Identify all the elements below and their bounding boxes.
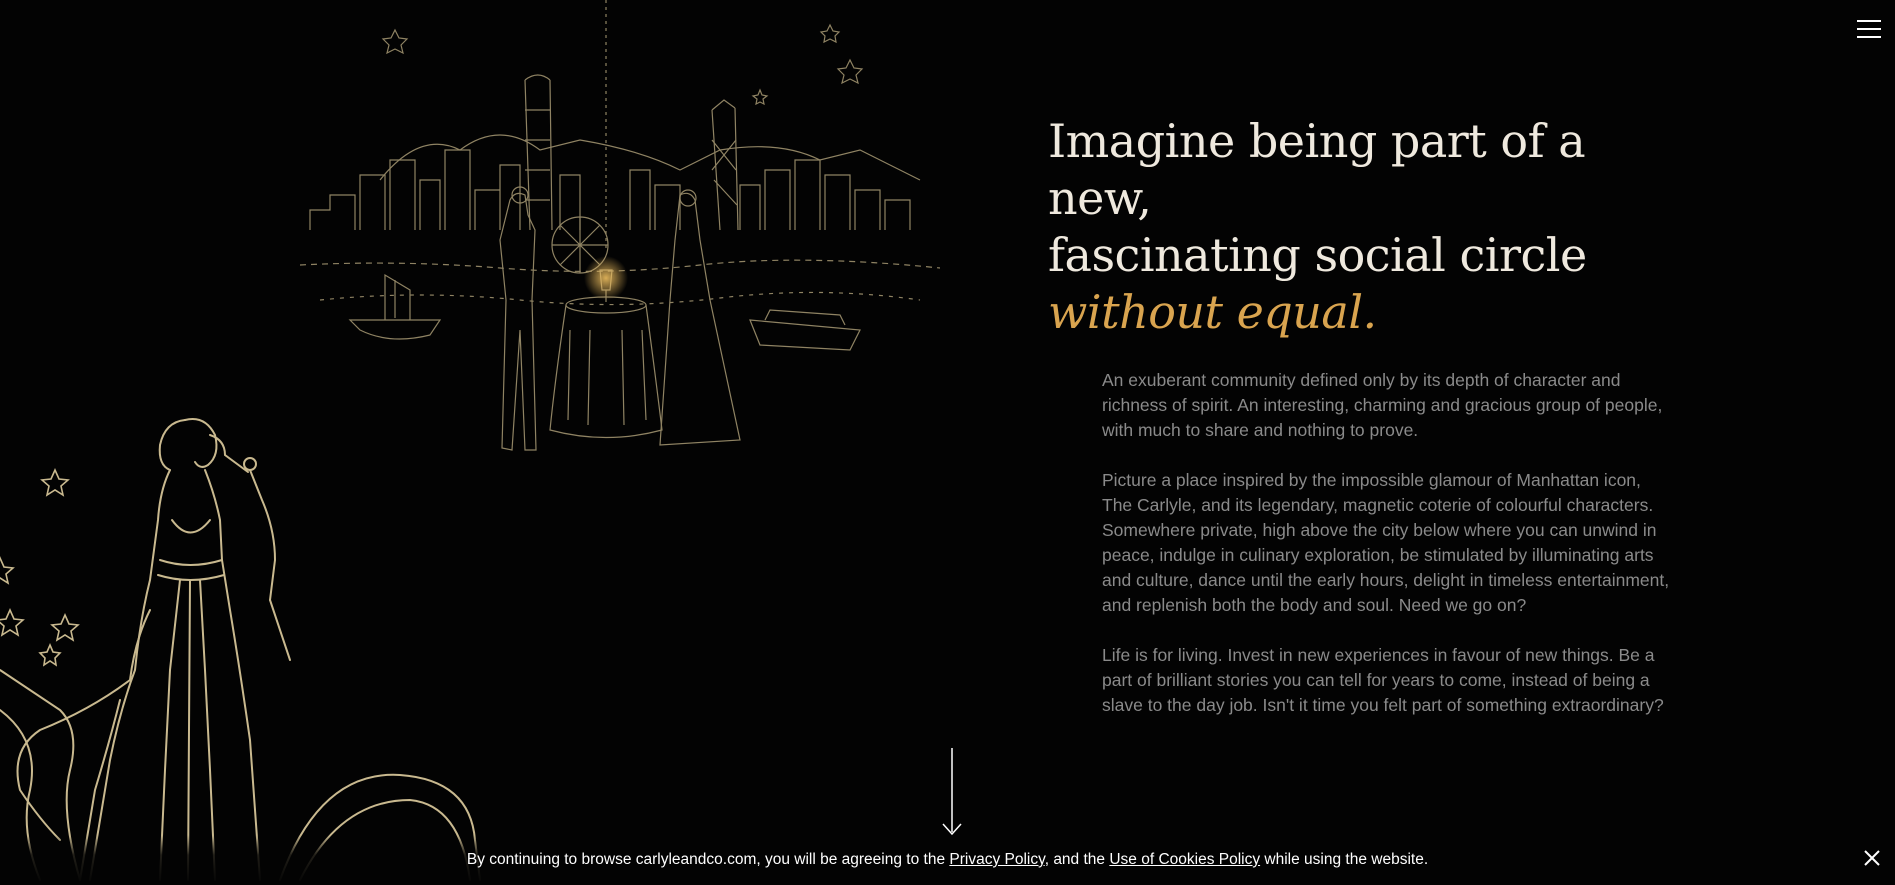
privacy-policy-link[interactable]: Privacy Policy: [949, 851, 1044, 868]
intro-paragraph-1: An exuberant community defined only by i…: [1102, 370, 1663, 440]
cookies-policy-link[interactable]: Use of Cookies Policy: [1109, 851, 1260, 868]
cookie-prefix: By continuing to browse carlyleandco.com…: [466, 851, 950, 868]
cookie-message: By continuing to browse carlyleandco.com…: [0, 851, 1895, 869]
hero-accent-line: without equal.: [1048, 285, 1377, 339]
intro-paragraph-3: Life is for living. Invest in new experi…: [1102, 645, 1664, 715]
singer-illustration: [0, 418, 481, 881]
cookie-suffix: while using the website.: [1260, 851, 1429, 868]
hero-headline: Imagine being part of a new, fascinating…: [1048, 113, 1688, 341]
hamburger-menu-icon[interactable]: [1857, 20, 1881, 38]
intro-body: An exuberant community defined only by i…: [1102, 368, 1672, 743]
intro-paragraph-2: Picture a place inspired by the impossib…: [1102, 470, 1670, 615]
city-skyline-illustration: [300, 0, 940, 451]
cookie-middle: , and the: [1044, 851, 1110, 868]
hero-line-2: fascinating social circle: [1048, 228, 1587, 282]
hero-line-1: Imagine being part of a new,: [1048, 114, 1586, 225]
close-icon[interactable]: [1863, 849, 1881, 867]
scroll-down-arrow-icon[interactable]: [940, 748, 964, 838]
